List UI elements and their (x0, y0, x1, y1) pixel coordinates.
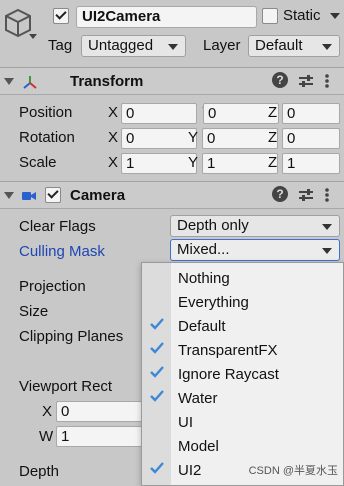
position-z-field[interactable]: 0 (282, 103, 340, 124)
culling-mask-menu: Nothing Everything Default TransparentFX Ign… (141, 262, 344, 486)
viewport-x-field[interactable]: 0 (56, 401, 146, 422)
clear-flags-dropdown[interactable]: Depth only (170, 215, 340, 237)
rotation-y-field[interactable]: 0 (202, 128, 278, 149)
tag-dropdown-value: Untagged (88, 37, 154, 54)
cube-icon (5, 8, 31, 38)
clear-flags-value: Depth only (177, 217, 249, 234)
transform-title: Transform (70, 73, 144, 90)
camera-title: Camera (70, 187, 126, 204)
chevron-down-icon (322, 224, 332, 230)
menu-item-model[interactable]: Model (142, 435, 343, 459)
menu-item-ignore-raycast[interactable]: Ignore Raycast (142, 363, 343, 387)
scale-x-field[interactable]: 1 (121, 153, 197, 174)
depth-label: Depth (19, 463, 60, 480)
menu-item-everything[interactable]: Everything (142, 291, 343, 315)
checkmark-icon (150, 318, 164, 330)
chevron-down-icon (322, 44, 332, 50)
kebab-menu-icon[interactable] (324, 187, 330, 203)
transform-header[interactable]: Transform ? (0, 67, 344, 95)
object-name-field[interactable]: UI2Camera (76, 6, 257, 28)
active-checkbox[interactable] (53, 8, 69, 24)
culling-mask-dropdown[interactable]: Mixed... (170, 239, 340, 261)
culling-mask-value: Mixed... (177, 241, 230, 258)
menu-item-water[interactable]: Water (142, 387, 343, 411)
menu-item-label: Nothing (178, 270, 230, 287)
menu-item-label: Water (178, 390, 218, 407)
menu-item-nothing[interactable]: Nothing (142, 267, 343, 291)
menu-item-label: Ignore Raycast (178, 366, 279, 383)
foldout-arrow-icon[interactable] (4, 78, 14, 85)
clipping-planes-label: Clipping Planes (19, 328, 124, 345)
tag-label: Tag (48, 37, 73, 54)
clear-flags-label: Clear Flags (19, 218, 96, 235)
layer-label: Layer (203, 37, 241, 54)
layer-dropdown-value: Default (255, 37, 303, 54)
chevron-down-icon (168, 44, 178, 50)
layer-dropdown[interactable]: Default (248, 35, 340, 57)
checkmark-icon (150, 342, 164, 354)
presets-icon[interactable] (298, 188, 314, 202)
rotation-z-field[interactable]: 0 (282, 128, 340, 149)
scale-y-field[interactable]: 1 (202, 153, 278, 174)
menu-item-label: Default (178, 318, 226, 335)
chevron-down-icon (322, 248, 332, 254)
position-z-axis-label: Z (268, 104, 278, 121)
position-x-field[interactable]: 0 (121, 103, 197, 124)
viewport-x-label: X (42, 403, 53, 420)
static-checkbox[interactable] (262, 8, 278, 24)
scale-x-axis-label: X (108, 154, 119, 171)
scale-label: Scale (19, 154, 57, 171)
foldout-arrow-icon[interactable] (4, 192, 14, 199)
static-dropdown-arrow-icon[interactable] (330, 13, 340, 19)
menu-item-label: UI (178, 414, 193, 431)
rotation-y-axis-label: Y (188, 129, 199, 146)
viewport-w-label: W (39, 428, 54, 445)
checkmark-icon (150, 390, 164, 402)
scale-z-field[interactable]: 1 (282, 153, 340, 174)
position-label: Position (19, 104, 73, 121)
rotation-z-axis-label: Z (268, 129, 278, 146)
presets-icon[interactable] (298, 74, 314, 88)
size-label: Size (19, 303, 49, 320)
kebab-menu-icon[interactable] (324, 73, 330, 89)
scale-z-axis-label: Z (268, 154, 278, 171)
menu-item-default[interactable]: Default (142, 315, 343, 339)
watermark-text: CSDN @半夏水玉 (248, 465, 338, 477)
checkmark-icon (150, 462, 164, 474)
menu-item-label: TransparentFX (178, 342, 278, 359)
menu-item-ui[interactable]: UI (142, 411, 343, 435)
cube-dropdown-arrow-icon[interactable] (29, 34, 37, 39)
menu-item-label: Model (178, 438, 219, 455)
checkmark-icon (150, 366, 164, 378)
rotation-x-axis-label: X (108, 129, 119, 146)
scale-y-axis-label: Y (188, 154, 199, 171)
camera-header[interactable]: Camera ? (0, 181, 344, 209)
camera-enabled-checkbox[interactable] (45, 187, 61, 203)
menu-item-label: UI2 (178, 462, 202, 479)
viewport-rect-label: Viewport Rect (19, 378, 113, 395)
tag-dropdown[interactable]: Untagged (81, 35, 186, 57)
help-icon[interactable]: ? (272, 186, 288, 202)
rotation-label: Rotation (19, 129, 75, 146)
help-icon[interactable]: ? (272, 72, 288, 88)
projection-label: Projection (19, 278, 86, 295)
menu-item-transparentfx[interactable]: TransparentFX (142, 339, 343, 363)
viewport-w-field[interactable]: 1 (56, 426, 146, 447)
menu-item-label: Everything (178, 294, 249, 311)
culling-mask-label: Culling Mask (19, 243, 105, 260)
static-label: Static (283, 7, 321, 24)
position-x-axis-label: X (108, 104, 119, 121)
transform-axes-icon (23, 76, 37, 89)
rotation-x-field[interactable]: 0 (121, 128, 197, 149)
camera-icon (22, 192, 36, 200)
